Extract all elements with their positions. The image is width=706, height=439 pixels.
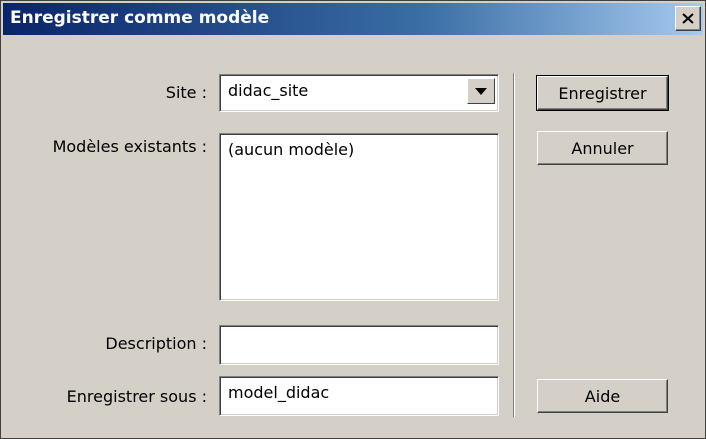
list-item[interactable]: (aucun modèle) [228, 140, 490, 159]
title-bar: Enregistrer comme modèle [3, 3, 703, 35]
description-field[interactable] [219, 325, 499, 365]
existing-templates-label: Modèles existants : [52, 137, 207, 156]
window-title: Enregistrer comme modèle [10, 8, 270, 28]
save-button[interactable]: Enregistrer [536, 75, 669, 111]
close-button[interactable] [675, 6, 701, 31]
site-label: Site : [165, 83, 207, 102]
description-label: Description : [105, 334, 207, 353]
save-as-template-dialog: Enregistrer comme modèle Site : didac_si… [0, 0, 706, 439]
save-as-value: model_didac [228, 383, 330, 402]
chevron-down-icon [475, 87, 487, 95]
dropdown-button[interactable] [467, 78, 495, 104]
save-as-label: Enregistrer sous : [66, 387, 207, 406]
cancel-button[interactable]: Annuler [537, 131, 668, 165]
save-as-field[interactable]: model_didac [219, 376, 499, 416]
divider [513, 73, 515, 417]
help-button[interactable]: Aide [537, 379, 668, 413]
site-select-value: didac_site [228, 81, 309, 100]
close-icon [682, 13, 694, 24]
existing-templates-list[interactable]: (aucun modèle) [219, 133, 499, 301]
site-select[interactable]: didac_site [219, 74, 499, 112]
